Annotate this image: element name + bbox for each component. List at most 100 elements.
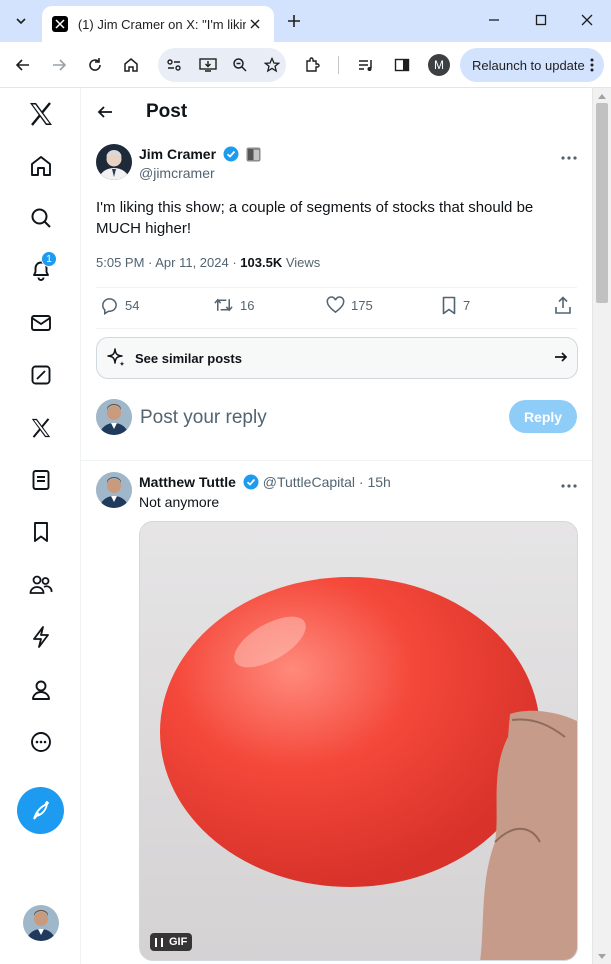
minimize-icon[interactable] xyxy=(480,8,508,32)
notification-badge: 1 xyxy=(41,251,57,267)
messages-icon[interactable] xyxy=(22,304,60,342)
reply-author-avatar[interactable] xyxy=(96,472,132,508)
lists-icon[interactable] xyxy=(22,461,60,499)
close-tab-icon[interactable] xyxy=(246,15,264,33)
compose-post-button[interactable] xyxy=(17,787,64,834)
author-name[interactable]: Jim Cramer xyxy=(139,146,261,162)
maximize-icon[interactable] xyxy=(527,8,555,32)
address-bar[interactable] xyxy=(158,48,286,82)
verified-badge-icon xyxy=(223,146,239,162)
browser-tab-bar: (1) Jim Cramer on X: "I'm liking xyxy=(0,0,611,42)
share-icon[interactable] xyxy=(554,296,578,315)
side-panel-icon[interactable] xyxy=(390,53,414,77)
affiliate-badge-icon xyxy=(246,147,261,162)
divider xyxy=(96,287,577,288)
more-options-icon[interactable] xyxy=(559,148,579,168)
like-action[interactable]: 175 xyxy=(326,296,373,314)
arrow-right-icon xyxy=(553,349,569,370)
notifications-icon[interactable]: 1 xyxy=(22,251,60,289)
main-column: Post Jim Cramer @jimcramer I'm liking th… xyxy=(81,88,592,964)
relaunch-label: Relaunch to update xyxy=(472,57,585,73)
kebab-menu-icon xyxy=(590,57,594,76)
x-favicon-icon xyxy=(52,16,68,32)
back-icon[interactable] xyxy=(11,53,35,77)
bookmark-star-icon[interactable] xyxy=(260,53,284,77)
page-scrollbar[interactable] xyxy=(592,88,611,964)
reply-action[interactable]: 54 xyxy=(100,296,139,315)
verified-orgs-icon[interactable] xyxy=(22,618,60,656)
install-app-icon[interactable] xyxy=(196,53,220,77)
more-options-icon[interactable] xyxy=(559,476,579,496)
reload-icon[interactable] xyxy=(83,53,107,77)
browser-tab[interactable]: (1) Jim Cramer on X: "I'm liking xyxy=(42,6,274,42)
new-tab-icon[interactable] xyxy=(283,10,305,32)
feather-plus-icon xyxy=(32,800,49,820)
home-icon[interactable] xyxy=(22,147,60,185)
extensions-icon[interactable] xyxy=(300,53,324,77)
reply-text: Not anymore xyxy=(139,494,220,510)
sparkle-icon xyxy=(107,348,125,367)
post-text: I'm liking this show; a couple of segmen… xyxy=(96,199,534,237)
grok-icon[interactable] xyxy=(22,356,60,394)
post-meta: 5:05 PM · Apr 11, 2024 · 103.5K Views xyxy=(96,255,320,270)
reply-composer: Post your reply Reply xyxy=(96,399,577,439)
reply-button[interactable]: Reply xyxy=(509,400,577,433)
close-window-icon[interactable] xyxy=(573,8,601,32)
search-icon[interactable] xyxy=(22,199,60,237)
repost-icon xyxy=(214,298,233,312)
account-avatar[interactable] xyxy=(23,905,59,941)
my-avatar xyxy=(96,399,132,435)
views-count: 103.5K xyxy=(240,255,283,270)
bookmark-action[interactable]: 7 xyxy=(441,296,470,315)
bookmark-count: 7 xyxy=(463,298,471,313)
forward-icon[interactable] xyxy=(47,53,71,77)
reply-input[interactable]: Post your reply xyxy=(140,407,267,429)
premium-x-icon[interactable] xyxy=(22,409,60,447)
author-name-text: Jim Cramer xyxy=(139,146,217,162)
see-similar-posts-label: See similar posts xyxy=(135,350,242,366)
repost-action[interactable]: 16 xyxy=(213,296,254,314)
bookmarks-icon[interactable] xyxy=(22,513,60,551)
profile-avatar[interactable]: M xyxy=(428,54,450,76)
see-similar-posts-button[interactable]: See similar posts xyxy=(96,337,578,379)
profile-icon[interactable] xyxy=(22,671,60,709)
reply-handle-time: @TuttleCapital · 15h xyxy=(262,474,391,490)
relaunch-button[interactable]: Relaunch to update xyxy=(460,48,604,82)
pause-icon xyxy=(155,937,163,947)
reply-count: 54 xyxy=(125,298,140,313)
media-control-icon[interactable] xyxy=(354,53,378,77)
post-actions: 54 16 175 7 xyxy=(96,296,577,320)
zoom-icon[interactable] xyxy=(228,53,252,77)
back-arrow-icon[interactable] xyxy=(93,100,117,124)
left-navigation: 1 xyxy=(0,88,81,964)
reply-author[interactable]: Matthew Tuttle @TuttleCapital · 15h xyxy=(139,474,391,490)
author-handle[interactable]: @jimcramer xyxy=(139,165,215,181)
tab-title: (1) Jim Cramer on X: "I'm liking xyxy=(77,16,247,32)
post-timestamp[interactable]: 5:05 PM · Apr 11, 2024 · xyxy=(96,255,240,270)
author-avatar[interactable] xyxy=(96,144,132,180)
toolbar-separator xyxy=(338,56,339,74)
more-icon[interactable] xyxy=(22,723,60,761)
page-title: Post xyxy=(146,101,188,122)
verified-badge-icon xyxy=(243,474,259,490)
views-label: Views xyxy=(282,255,321,270)
like-count: 175 xyxy=(351,297,373,313)
scroll-thumb[interactable] xyxy=(596,103,608,303)
post-header: Post xyxy=(81,88,592,136)
site-info-icon[interactable] xyxy=(162,53,186,77)
scroll-down-arrow-icon[interactable] xyxy=(598,954,606,959)
heart-icon xyxy=(326,296,345,314)
reply-author-name: Matthew Tuttle xyxy=(139,474,236,490)
gif-badge[interactable]: GIF xyxy=(150,933,193,951)
reply-icon xyxy=(102,298,117,315)
bookmark-icon xyxy=(442,296,456,315)
tab-search-button[interactable] xyxy=(8,8,34,34)
repost-count: 16 xyxy=(240,297,255,313)
communities-icon[interactable] xyxy=(22,566,60,604)
gif-label: GIF xyxy=(169,936,188,948)
x-logo-icon[interactable] xyxy=(22,95,60,133)
post-author: Jim Cramer @jimcramer xyxy=(96,144,579,184)
gif-media[interactable]: GIF xyxy=(139,521,578,961)
home-browser-icon[interactable] xyxy=(119,53,143,77)
scroll-up-arrow-icon[interactable] xyxy=(598,94,606,99)
